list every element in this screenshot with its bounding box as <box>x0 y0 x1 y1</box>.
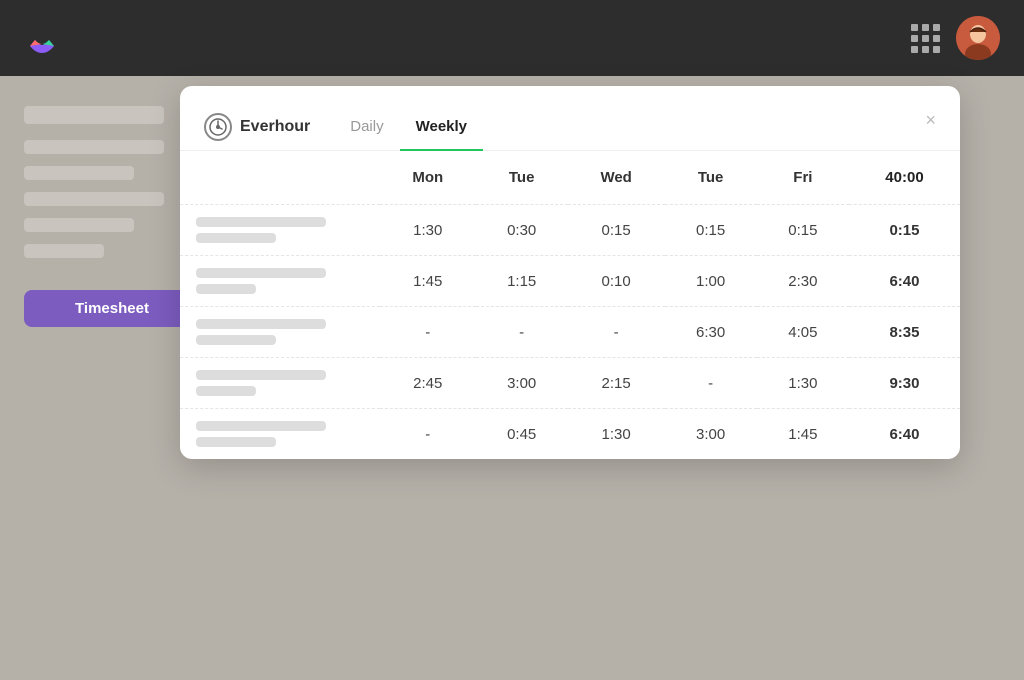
sidebar-placeholder-item <box>24 192 164 206</box>
modal-logo: Everhour <box>204 113 310 141</box>
cell-fri: 1:45 <box>757 409 849 460</box>
sidebar: Timesheet <box>24 96 200 327</box>
sidebar-placeholder-item <box>24 166 134 180</box>
table-header-row: Mon Tue Wed Tue Fri 40:00 <box>180 151 960 205</box>
cell-total: 9:30 <box>849 358 960 409</box>
main-area: Timesheet Everhour Daily Weekly × <box>0 76 1024 347</box>
row-label <box>180 256 380 307</box>
cell-total: 6:40 <box>849 409 960 460</box>
header-fri: Fri <box>757 151 849 205</box>
header-wed: Wed <box>568 151 665 205</box>
label-bar <box>196 233 276 243</box>
label-bar <box>196 437 276 447</box>
header-total: 40:00 <box>849 151 960 205</box>
table-row: - - - 6:30 4:05 8:35 <box>180 307 960 358</box>
cell-thu: 3:00 <box>665 409 757 460</box>
cell-wed: 0:10 <box>568 256 665 307</box>
cell-mon: - <box>380 307 476 358</box>
app-logo[interactable] <box>24 20 60 56</box>
cell-fri: 1:30 <box>757 358 849 409</box>
header-empty <box>180 151 380 205</box>
cell-thu: 1:00 <box>665 256 757 307</box>
everhour-icon <box>204 113 232 141</box>
label-bar <box>196 284 256 294</box>
timesheet-table: Mon Tue Wed Tue Fri 40:00 <box>180 151 960 459</box>
modal-header: Everhour Daily Weekly × <box>180 86 960 151</box>
close-button[interactable]: × <box>925 111 936 143</box>
tab-daily[interactable]: Daily <box>334 104 399 151</box>
header-mon: Mon <box>380 151 476 205</box>
sidebar-placeholder-item <box>24 218 134 232</box>
topbar <box>0 0 1024 76</box>
cell-mon: 2:45 <box>380 358 476 409</box>
cell-mon: 1:45 <box>380 256 476 307</box>
table-row: 1:45 1:15 0:10 1:00 2:30 6:40 <box>180 256 960 307</box>
label-bar <box>196 217 326 227</box>
header-tue1: Tue <box>476 151 568 205</box>
sidebar-placeholder-header <box>24 106 164 124</box>
tab-weekly[interactable]: Weekly <box>400 104 483 151</box>
cell-total: 6:40 <box>849 256 960 307</box>
cell-wed: - <box>568 307 665 358</box>
table-row: - 0:45 1:30 3:00 1:45 6:40 <box>180 409 960 460</box>
label-bar <box>196 386 256 396</box>
table-row: 2:45 3:00 2:15 - 1:30 9:30 <box>180 358 960 409</box>
cell-thu: 6:30 <box>665 307 757 358</box>
table-row: 1:30 0:30 0:15 0:15 0:15 0:15 <box>180 205 960 256</box>
sidebar-placeholder-item <box>24 244 104 258</box>
cell-mon: - <box>380 409 476 460</box>
row-label <box>180 409 380 460</box>
cell-total: 8:35 <box>849 307 960 358</box>
cell-tue: 0:30 <box>476 205 568 256</box>
cell-wed: 1:30 <box>568 409 665 460</box>
cell-fri: 0:15 <box>757 205 849 256</box>
header-tue2: Tue <box>665 151 757 205</box>
label-bar <box>196 370 326 380</box>
cell-total: 0:15 <box>849 205 960 256</box>
label-bar <box>196 268 326 278</box>
timesheet-button[interactable]: Timesheet <box>24 290 200 327</box>
label-bar <box>196 335 276 345</box>
topbar-right <box>911 16 1000 60</box>
row-label <box>180 307 380 358</box>
row-label <box>180 358 380 409</box>
label-bar <box>196 421 326 431</box>
cell-tue: 3:00 <box>476 358 568 409</box>
cell-tue: 1:15 <box>476 256 568 307</box>
grid-icon[interactable] <box>911 24 940 53</box>
cell-fri: 2:30 <box>757 256 849 307</box>
modal-logo-text: Everhour <box>240 118 310 136</box>
label-bar <box>196 319 326 329</box>
cell-mon: 1:30 <box>380 205 476 256</box>
cell-fri: 4:05 <box>757 307 849 358</box>
sidebar-placeholder-item <box>24 140 164 154</box>
row-label <box>180 205 380 256</box>
cell-wed: 0:15 <box>568 205 665 256</box>
cell-wed: 2:15 <box>568 358 665 409</box>
modal-card: Everhour Daily Weekly × Mon Tue Wed Tue … <box>180 86 960 459</box>
cell-tue: 0:45 <box>476 409 568 460</box>
cell-tue: - <box>476 307 568 358</box>
cell-thu: 0:15 <box>665 205 757 256</box>
cell-thu: - <box>665 358 757 409</box>
avatar[interactable] <box>956 16 1000 60</box>
